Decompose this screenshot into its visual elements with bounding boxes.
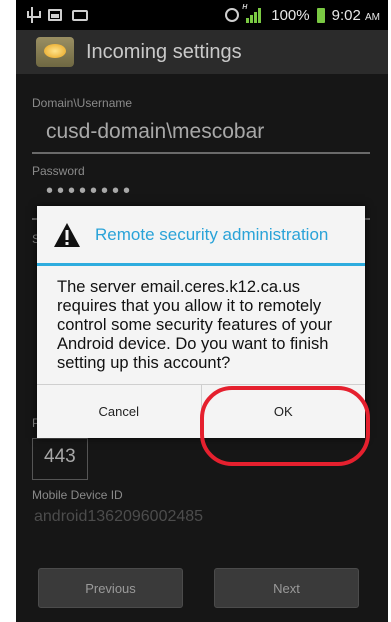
alarm-icon [225,8,240,22]
phone-screen: H 100% 9:02 AM Incoming settings Domain\… [16,0,388,622]
clock: 9:02 AM [331,6,380,24]
mobile-device-id-field[interactable]: android1362096002485 [32,500,370,542]
warning-icon [53,222,81,248]
battery-icon [316,7,325,23]
battery-percent: 100% [271,6,310,24]
next-button[interactable]: Next [214,568,359,608]
email-envelope-icon [36,37,74,67]
usb-icon [26,7,41,23]
status-bar: H 100% 9:02 AM [16,0,388,30]
cancel-button[interactable]: Cancel [37,385,201,438]
port-field[interactable]: 443 [32,438,88,480]
image-notification-icon [48,9,62,21]
page-title: Incoming settings [86,40,242,63]
title-bar: Incoming settings [16,30,388,74]
ok-highlight-annotation [200,386,370,466]
password-label: Password [32,164,85,178]
keyboard-icon [72,9,88,21]
domain-username-label: Domain\Username [32,96,133,110]
dialog-message: The server email.ceres.k12.ca.us require… [57,278,333,372]
dialog-title: Remote security administration [95,224,329,244]
dialog-header: Remote security administration [37,206,365,266]
domain-username-field[interactable]: cusd-domain\mescobar [32,112,370,154]
signal-icon: H [242,4,264,23]
previous-button[interactable]: Previous [38,568,183,608]
signal-type-label: H [242,4,248,11]
